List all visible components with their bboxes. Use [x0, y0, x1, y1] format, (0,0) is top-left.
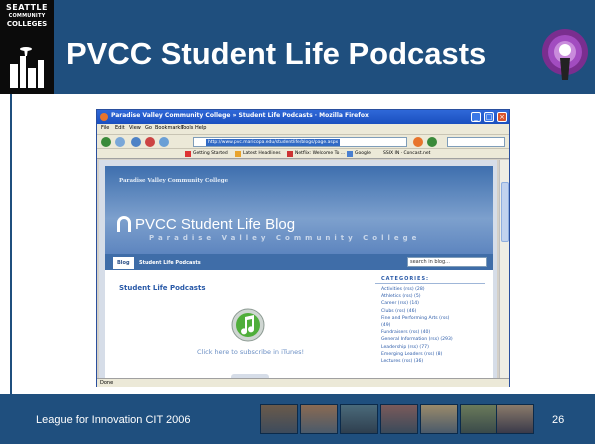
blog-title: PVCC Student Life Blog: [135, 216, 296, 233]
photo-strip: [260, 404, 534, 434]
slide-title: PVCC Student Life Podcasts: [66, 36, 487, 71]
logo-line-2: COMMUNITY: [8, 13, 46, 19]
categories-divider: [375, 283, 485, 284]
url-text: http://www.pvc.maricopa.edu/studentlife/…: [206, 139, 341, 146]
tab-student-life-podcasts[interactable]: Student Life Podcasts: [135, 257, 205, 269]
menu-tools[interactable]: Tools: [181, 125, 193, 131]
space-needle-icon: [6, 44, 48, 88]
bookmark-netflix[interactable]: Netflix: Welcome To ...: [295, 151, 345, 156]
back-icon[interactable]: [101, 137, 111, 147]
bookmark-concast[interactable]: SSIX IN · Concast.net: [383, 151, 430, 156]
close-button[interactable]: ×: [497, 112, 507, 122]
slide-header: SEATTLE COMMUNITY COLLEGES PVCC Student …: [0, 0, 595, 94]
blog-banner: Paradise Valley Community College PVCC S…: [105, 166, 493, 254]
blog-subtitle: Paradise Valley Community College: [149, 234, 421, 242]
seattle-colleges-logo: SEATTLE COMMUNITY COLLEGES: [0, 0, 54, 94]
navigation-toolbar: http://www.pvc.maricopa.edu/studentlife/…: [97, 134, 509, 148]
blog-search-input[interactable]: search in blog...: [407, 257, 487, 267]
vertical-scrollbar[interactable]: [499, 160, 509, 378]
menu-help[interactable]: Help: [195, 125, 206, 131]
browser-titlebar[interactable]: Paradise Valley Community College » Stud…: [97, 110, 509, 124]
category-link[interactable]: Athletics (rss) (5): [381, 293, 491, 300]
scrollbar-thumb[interactable]: [501, 182, 509, 242]
category-link[interactable]: General Information (rss) (293): [381, 336, 491, 343]
maximize-button[interactable]: □: [484, 112, 494, 122]
menu-go[interactable]: Go: [145, 125, 152, 131]
itunes-subscribe-link[interactable]: Click here to subscribe in iTunes!: [197, 348, 304, 356]
menu-file[interactable]: File: [101, 125, 109, 131]
status-text: Done: [100, 380, 114, 386]
category-link[interactable]: Leadership (rss) (77): [381, 344, 491, 351]
bookmark-icon: [185, 151, 191, 157]
window-title: Paradise Valley Community College » Stud…: [111, 112, 369, 119]
go-icon[interactable]: [427, 137, 437, 147]
page-number: 26: [552, 414, 565, 426]
menu-edit[interactable]: Edit: [115, 125, 125, 131]
home-icon[interactable]: [159, 137, 169, 147]
logo-text: SEATTLE COMMUNITY COLLEGES: [4, 3, 50, 29]
college-label: Paradise Valley Community College: [119, 178, 229, 184]
category-link[interactable]: Fundraisers (rss) (40): [381, 329, 491, 336]
blog-tabs: Blog Student Life Podcasts search in blo…: [105, 254, 493, 270]
people-photo: [496, 404, 534, 434]
stop-icon[interactable]: [145, 137, 155, 147]
people-photo: [420, 404, 458, 434]
bookmark-latest-headlines[interactable]: Latest Headlines: [243, 151, 281, 156]
bookmark-google[interactable]: Google: [355, 151, 371, 156]
main-heading: Student Life Podcasts: [119, 284, 206, 292]
minimize-button[interactable]: _: [471, 112, 481, 122]
main-pane: Student Life Podcasts Click here to subs…: [105, 270, 493, 378]
tab-blog[interactable]: Blog: [113, 257, 134, 269]
pvcc-arch-icon: [117, 216, 131, 232]
category-link[interactable]: Activities (rss) (28): [381, 286, 491, 293]
categories-heading: CATEGORIES:: [381, 276, 430, 282]
reload-icon[interactable]: [131, 137, 141, 147]
menu-bookmarks[interactable]: Bookmarks: [155, 125, 183, 131]
search-input[interactable]: [447, 137, 505, 147]
people-photo: [340, 404, 378, 434]
firefox-icon: [100, 113, 108, 121]
google-icon: [347, 151, 353, 157]
category-link[interactable]: (49): [381, 322, 491, 329]
categories-list: Activities (rss) (28) Athletics (rss) (5…: [381, 286, 491, 365]
status-bar: Done: [97, 378, 509, 387]
category-link[interactable]: Emerging Leaders (rss) (8): [381, 351, 491, 358]
bookmarks-toolbar: Getting Started Latest Headlines Netflix…: [97, 148, 509, 159]
rss-bookmark-icon: [235, 151, 241, 157]
netflix-icon: [287, 151, 293, 157]
people-photo: [460, 404, 498, 434]
menu-view[interactable]: View: [129, 125, 141, 131]
footer-text: League for Innovation CIT 2006: [36, 414, 191, 426]
rss-icon[interactable]: [413, 137, 423, 147]
people-photo: [260, 404, 298, 434]
category-link[interactable]: Fine and Performing Arts (rss): [381, 315, 491, 322]
bookmark-getting-started[interactable]: Getting Started: [193, 151, 228, 156]
itunes-icon[interactable]: [231, 308, 265, 342]
logo-line-1: SEATTLE: [6, 3, 48, 12]
category-link[interactable]: Lectures (rss) (36): [381, 358, 491, 365]
people-photo: [380, 404, 418, 434]
forward-icon[interactable]: [115, 137, 125, 147]
logo-line-3: COLLEGES: [6, 20, 48, 28]
category-link[interactable]: Clubs (rss) (46): [381, 308, 491, 315]
category-link[interactable]: Career (rss) (14): [381, 300, 491, 307]
podcast-icon: [542, 29, 588, 80]
menu-bar: File Edit View Go Bookmarks Tools Help: [97, 124, 509, 134]
page-content: Paradise Valley Community College PVCC S…: [99, 160, 497, 378]
browser-window: Paradise Valley Community College » Stud…: [96, 109, 510, 387]
url-input[interactable]: http://www.pvc.maricopa.edu/studentlife/…: [193, 137, 407, 147]
people-photo: [300, 404, 338, 434]
